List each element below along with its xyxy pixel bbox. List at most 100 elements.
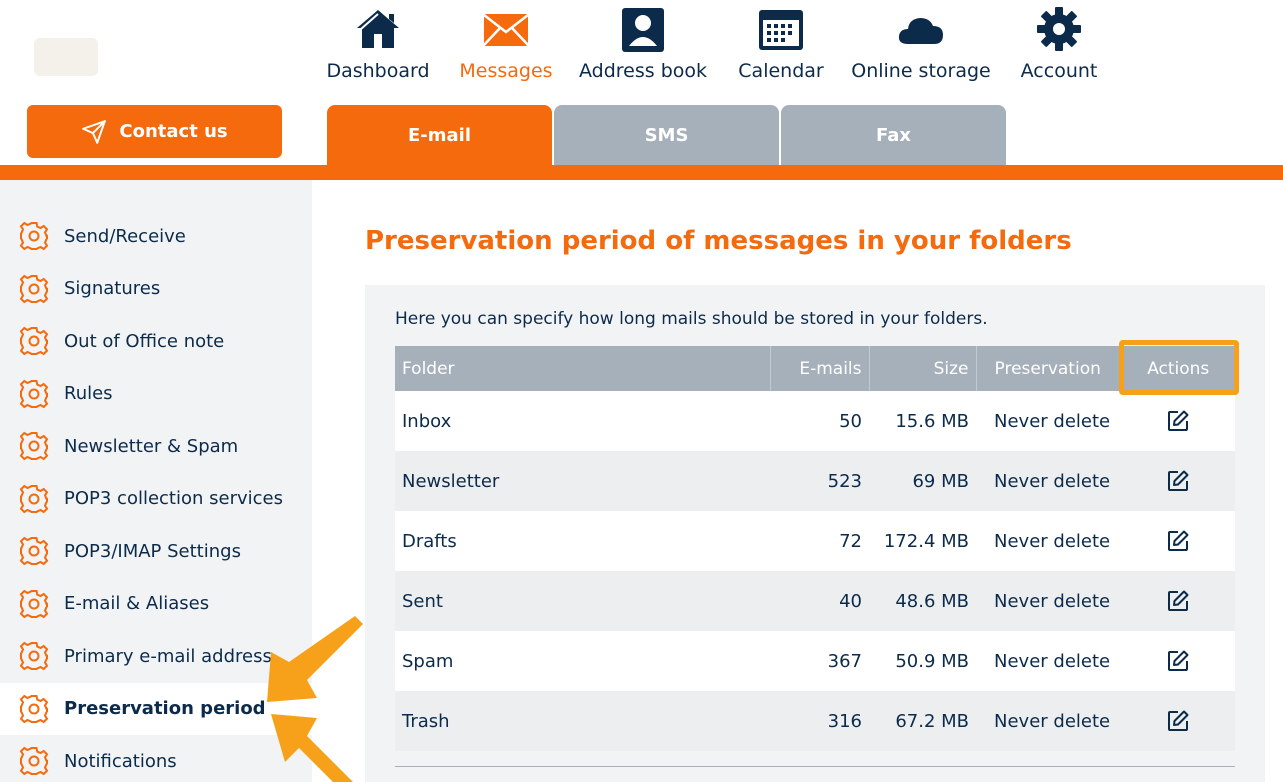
sidebar-item-pop3-collection-services[interactable]: POP3 collection services xyxy=(0,473,312,525)
cell-emails: 523 xyxy=(770,451,869,511)
sidebar-item-newsletter-spam[interactable]: Newsletter & Spam xyxy=(0,420,312,472)
paper-plane-icon xyxy=(82,119,107,144)
cell-preservation: Never delete xyxy=(976,691,1121,751)
edit-icon[interactable] xyxy=(1166,409,1190,433)
contact-us-button[interactable]: Contact us xyxy=(27,105,282,158)
sidebar-item-label: Rules xyxy=(64,383,113,404)
table-header-row: Folder E-mails Size Preservation Actions xyxy=(395,346,1235,391)
cell-actions xyxy=(1121,391,1235,451)
sidebar-item-label: POP3/IMAP Settings xyxy=(64,540,241,562)
header-actions: Actions xyxy=(1120,346,1235,391)
contact-us-label: Contact us xyxy=(119,121,228,142)
cell-folder: Spam xyxy=(395,631,770,691)
cell-emails: 50 xyxy=(770,391,869,451)
gear-outline-icon xyxy=(19,326,49,356)
cell-preservation: Never delete xyxy=(976,571,1121,631)
sidebar-item-notifications[interactable]: Notifications xyxy=(0,735,312,782)
sidebar-item-out-of-office-note[interactable]: Out of Office note xyxy=(0,315,312,367)
cell-actions xyxy=(1121,691,1235,751)
sidebar-item-primary-e-mail-address[interactable]: Primary e-mail address xyxy=(0,630,312,682)
cell-folder: Newsletter xyxy=(395,451,770,511)
cell-emails: 367 xyxy=(770,631,869,691)
table-body: Inbox 50 15.6 MB Never delete Newsletter 523 6… xyxy=(395,391,1235,751)
nav-messages-label: Messages xyxy=(459,60,553,82)
edit-icon[interactable] xyxy=(1166,709,1190,733)
sidebar-item-label: POP3 collection services xyxy=(64,488,283,509)
nav-address-book-label: Address book xyxy=(578,60,708,82)
cell-folder: Sent xyxy=(395,571,770,631)
cell-emails: 72 xyxy=(770,511,869,571)
nav-dashboard[interactable]: Dashboard xyxy=(312,0,444,98)
cell-actions xyxy=(1121,451,1235,511)
cell-size: 50.9 MB xyxy=(869,631,976,691)
nav-address-book[interactable]: Address book xyxy=(568,0,718,98)
nav-account-label: Account xyxy=(1020,60,1098,82)
gear-icon xyxy=(1037,7,1081,51)
table-row: Inbox 50 15.6 MB Never delete xyxy=(395,391,1235,451)
cell-emails: 316 xyxy=(770,691,869,751)
cell-preservation: Never delete xyxy=(976,631,1121,691)
sidebar-item-rules[interactable]: Rules xyxy=(0,368,312,420)
nav-online-storage[interactable]: Online storage xyxy=(844,0,998,98)
sidebar-item-signatures[interactable]: Signatures xyxy=(0,263,312,315)
nav-dashboard-label: Dashboard xyxy=(326,60,430,82)
gear-outline-icon xyxy=(19,221,49,251)
nav-online-storage-label: Online storage xyxy=(851,60,991,82)
table-row: Spam 367 50.9 MB Never delete xyxy=(395,631,1235,691)
cell-actions xyxy=(1121,511,1235,571)
gear-outline-icon xyxy=(19,431,49,461)
envelope-icon xyxy=(483,14,529,46)
page-title: Preservation period of messages in your … xyxy=(365,226,1072,256)
header-divider xyxy=(0,165,1283,180)
cell-actions xyxy=(1121,631,1235,691)
cell-preservation: Never delete xyxy=(976,391,1121,451)
nav-calendar-label: Calendar xyxy=(738,60,824,82)
edit-icon[interactable] xyxy=(1166,529,1190,553)
sub-tabs: E-mail SMS Fax xyxy=(327,105,1006,165)
sidebar-item-pop3-imap-settings[interactable]: POP3/IMAP Settings xyxy=(0,525,312,577)
folder-table: Folder E-mails Size Preservation Actions… xyxy=(395,346,1235,751)
sidebar-item-label: Send/Receive xyxy=(64,225,186,247)
edit-icon[interactable] xyxy=(1166,469,1190,493)
sidebar-item-e-mail-aliases[interactable]: E-mail & Aliases xyxy=(0,578,312,630)
header-emails[interactable]: E-mails xyxy=(769,346,869,391)
edit-icon[interactable] xyxy=(1166,589,1190,613)
cell-preservation: Never delete xyxy=(976,511,1121,571)
sidebar-item-send-receive[interactable]: Send/Receive xyxy=(0,210,312,262)
nav-account[interactable]: Account xyxy=(998,0,1120,98)
main-nav: Dashboard Messages Address book Calendar… xyxy=(312,0,1120,98)
cell-size: 67.2 MB xyxy=(869,691,976,751)
gear-outline-icon xyxy=(19,536,49,566)
header-size[interactable]: Size xyxy=(868,346,976,391)
sidebar: Send/Receive Signatures Out of Office note… xyxy=(0,180,312,782)
gear-outline-icon xyxy=(19,694,49,723)
gear-outline-icon xyxy=(19,746,49,776)
contact-card-icon xyxy=(622,8,664,52)
gear-outline-icon xyxy=(19,589,49,618)
table-row: Sent 40 48.6 MB Never delete xyxy=(395,571,1235,631)
tab-email[interactable]: E-mail xyxy=(327,105,552,165)
header-folder[interactable]: Folder xyxy=(395,346,770,391)
sidebar-item-preservation-period[interactable]: Preservation period xyxy=(0,682,312,735)
cell-folder: Drafts xyxy=(395,511,770,571)
cell-actions xyxy=(1121,571,1235,631)
edit-icon[interactable] xyxy=(1166,649,1190,673)
tab-sms[interactable]: SMS xyxy=(554,105,779,165)
gear-outline-icon xyxy=(19,379,49,408)
nav-messages[interactable]: Messages xyxy=(444,0,568,98)
logo[interactable] xyxy=(0,0,312,98)
nav-calendar[interactable]: Calendar xyxy=(718,0,844,98)
header-preservation[interactable]: Preservation xyxy=(975,346,1121,391)
sidebar-item-label: E-mail & Aliases xyxy=(64,593,210,614)
gear-outline-icon xyxy=(19,484,49,513)
cell-size: 15.6 MB xyxy=(869,391,976,451)
cell-size: 172.4 MB xyxy=(869,511,976,571)
cloud-icon xyxy=(898,18,943,44)
sidebar-item-label: Out of Office note xyxy=(64,330,225,352)
tab-fax[interactable]: Fax xyxy=(781,105,1006,165)
table-bottom-divider xyxy=(395,766,1235,767)
cell-folder: Trash xyxy=(395,691,770,751)
cell-preservation: Never delete xyxy=(976,451,1121,511)
sidebar-item-label: Notifications xyxy=(64,750,177,772)
logo-mark xyxy=(34,38,98,76)
